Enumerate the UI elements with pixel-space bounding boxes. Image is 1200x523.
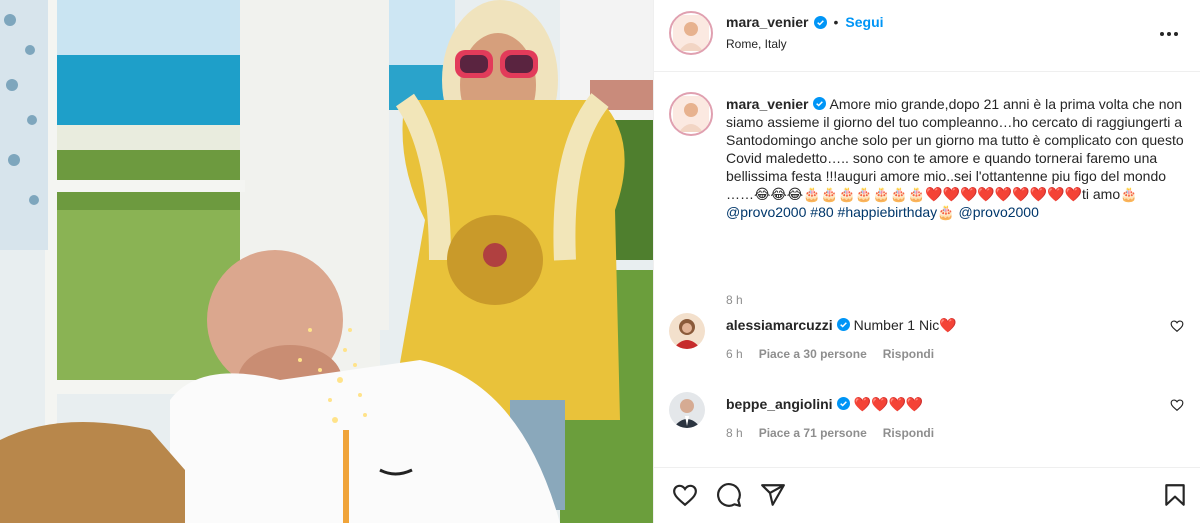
verified-badge-icon <box>836 318 850 331</box>
header-separator: • <box>833 14 839 30</box>
commenter-avatar[interactable] <box>669 392 705 428</box>
reply-button[interactable]: Rispondi <box>883 347 934 361</box>
heart-icon[interactable] <box>1170 398 1184 412</box>
reply-button[interactable]: Rispondi <box>883 426 934 440</box>
post-side-panel: mara_venier • Segui Rome, Italy mara_ven… <box>653 0 1200 523</box>
comment-text: Number 1 Nic❤️ <box>853 317 957 333</box>
verified-badge-icon <box>836 397 850 410</box>
author-avatar[interactable] <box>669 11 713 55</box>
caption-body: mara_venier Amore mio grande,dopo 21 anni… <box>726 95 1186 221</box>
caption-hashtag-happiebirthday[interactable]: #happiebirthday🎂 <box>838 204 955 220</box>
avatar-image <box>673 15 709 51</box>
caption-timestamp: 8 h <box>726 293 743 307</box>
comment-time: 8 h <box>726 426 743 440</box>
bookmark-icon[interactable] <box>1162 482 1188 508</box>
share-icon[interactable] <box>760 482 786 508</box>
author-username[interactable]: mara_venier <box>726 14 809 30</box>
post-location[interactable]: Rome, Italy <box>726 37 787 51</box>
more-options-icon[interactable] <box>1157 22 1181 46</box>
comment-meta: 8 h Piace a 71 persone Rispondi <box>726 426 934 440</box>
comments-section[interactable]: mara_venier Amore mio grande,dopo 21 anni… <box>654 72 1200 467</box>
commenter-avatar[interactable] <box>669 313 705 349</box>
photo-illustration <box>0 0 653 523</box>
post-actions-bar <box>654 467 1200 523</box>
comment-likes[interactable]: Piace a 71 persone <box>759 426 867 440</box>
comment-item: alessiamarcuzzi Number 1 Nic❤️ 6 h Piace … <box>669 313 1189 383</box>
comment-item: beppe_angiolini ❤️❤️❤️❤️ 8 h Piace a 71 p… <box>669 392 1189 462</box>
heart-icon[interactable] <box>1170 319 1184 333</box>
caption-username[interactable]: mara_venier <box>726 96 809 112</box>
header-name-row: mara_venier • Segui <box>726 14 884 30</box>
follow-button[interactable]: Segui <box>845 14 883 30</box>
commenter-username[interactable]: alessiamarcuzzi <box>726 317 833 333</box>
comment-body: beppe_angiolini ❤️❤️❤️❤️ <box>726 395 923 413</box>
comment-meta: 6 h Piace a 30 persone Rispondi <box>726 347 934 361</box>
heart-icon[interactable] <box>672 482 698 508</box>
comment-body: alessiamarcuzzi Number 1 Nic❤️ <box>726 316 957 334</box>
comment-text: ❤️❤️❤️❤️ <box>853 396 924 412</box>
caption-mention[interactable]: @provo2000 <box>726 204 806 220</box>
avatar-image <box>669 313 705 349</box>
caption-avatar[interactable] <box>669 92 713 136</box>
comment-time: 6 h <box>726 347 743 361</box>
comment-icon[interactable] <box>716 482 742 508</box>
verified-badge-icon <box>813 15 827 29</box>
comment-likes[interactable]: Piace a 30 persone <box>759 347 867 361</box>
avatar-image <box>673 96 709 132</box>
caption-mention-2[interactable]: @provo2000 <box>959 204 1039 220</box>
avatar-image <box>669 392 705 428</box>
caption-hashtag-80[interactable]: #80 <box>810 204 833 220</box>
verified-badge-icon <box>812 97 826 110</box>
post-header: mara_venier • Segui Rome, Italy <box>654 0 1200 72</box>
post-photo[interactable] <box>0 0 653 523</box>
commenter-username[interactable]: beppe_angiolini <box>726 396 833 412</box>
